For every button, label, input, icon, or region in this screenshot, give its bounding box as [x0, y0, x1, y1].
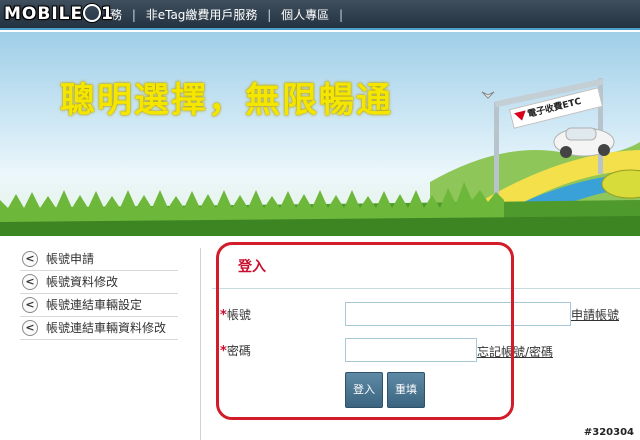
sidebar-item-label: 帳號連結車輛設定 [46, 298, 143, 312]
watermark-logo: MOBILE 1 [4, 3, 114, 24]
column-divider [200, 248, 201, 440]
sidebar-item-label: 帳號連結車輛資料修改 [46, 321, 167, 335]
chevron-left-icon: < [22, 320, 38, 336]
account-sidebar: < 帳號申請 < 帳號資料修改 < 帳號連結車輛設定 < 帳號連結車輛資料修改 [20, 248, 178, 340]
account-input[interactable] [345, 302, 571, 326]
nav-separator: | [267, 8, 272, 22]
nav-item-non-etag-service[interactable]: 非eTag繳費用戶服務 [146, 8, 258, 22]
nav-item-personal-area[interactable]: 個人專區 [281, 8, 329, 22]
account-label-text: 帳號 [226, 308, 251, 322]
required-mark: * [220, 344, 227, 359]
login-button[interactable]: 登入 [345, 372, 383, 408]
chevron-left-icon: < [22, 251, 38, 267]
chevron-left-icon: < [22, 297, 38, 313]
chevron-left-icon: < [22, 274, 38, 290]
sidebar-item-account-edit[interactable]: < 帳號資料修改 [20, 271, 178, 294]
nav-separator: | [131, 8, 136, 22]
password-input[interactable] [345, 338, 477, 362]
login-title-divider [212, 288, 640, 289]
image-tag: #320304 [583, 427, 634, 438]
sidebar-item-label: 帳號申請 [46, 252, 95, 266]
forgot-credentials-link[interactable]: 忘記帳號/密碼 [477, 343, 553, 360]
password-label-text: 密碼 [226, 344, 251, 358]
password-label: *密碼 [220, 342, 251, 359]
hero-banner: 聰明選擇，無限暢通 電子收費ETC [0, 32, 640, 236]
banner-illustration [0, 78, 640, 236]
account-label: *帳號 [220, 306, 251, 323]
sidebar-item-vehicle-link-setup[interactable]: < 帳號連結車輛設定 [20, 294, 178, 317]
banner-slogan: 聰明選擇，無限暢通 [60, 81, 394, 121]
required-mark: * [220, 308, 227, 323]
reset-button[interactable]: 重填 [387, 372, 425, 408]
sidebar-item-label: 帳號資料修改 [46, 275, 119, 289]
apply-account-link[interactable]: 申請帳號 [571, 306, 619, 323]
top-nav: 務 | 非eTag繳費用戶服務 | 個人專區 | [110, 0, 349, 30]
nav-separator: | [338, 8, 344, 22]
sidebar-item-vehicle-link-edit[interactable]: < 帳號連結車輛資料修改 [20, 317, 178, 340]
sidebar-item-account-apply[interactable]: < 帳號申請 [20, 248, 178, 271]
top-nav-bar: 務 | 非eTag繳費用戶服務 | 個人專區 | MOBILE 1 [0, 0, 640, 30]
login-title: 登入 [238, 259, 266, 275]
etc-logo-icon [514, 110, 528, 123]
